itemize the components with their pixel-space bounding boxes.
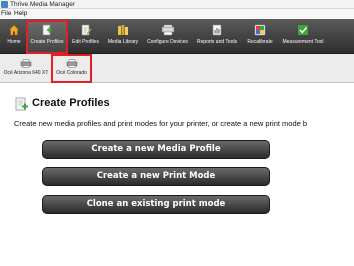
main-toolbar: Home Create Profiles Edit Profiles Media… <box>0 19 354 54</box>
create-profile-heading-icon <box>15 97 28 111</box>
create-profiles-icon <box>42 24 52 36</box>
printer-colorado[interactable]: Océ Colorado <box>51 54 92 83</box>
window-title: Thrive Media Manager <box>10 1 76 8</box>
menu-file[interactable]: File <box>1 9 11 19</box>
toolbar-home-button[interactable]: Home <box>4 21 24 53</box>
toolbar-edit-profiles-button[interactable]: Edit Profiles <box>70 21 101 53</box>
menu-bar: File Help <box>0 9 354 19</box>
menu-help[interactable]: Help <box>14 9 27 19</box>
app-icon <box>1 1 8 8</box>
media-library-icon <box>118 25 128 35</box>
page-description: Create new media profiles and print mode… <box>14 119 308 128</box>
printer-icon <box>66 59 77 68</box>
printer-arizona-640xt[interactable]: Océ Arizona 640 XT <box>3 55 49 82</box>
toolbar-create-profiles-button[interactable]: Create Profiles <box>26 20 68 54</box>
clone-print-mode-button[interactable]: Clone an existing print mode <box>42 195 270 214</box>
create-print-mode-button[interactable]: Create a new Print Mode <box>42 167 270 186</box>
toolbar-recalibrate-button[interactable]: Recalibrate <box>244 21 276 53</box>
printer-icon <box>20 59 32 68</box>
recalibrate-icon <box>254 24 266 36</box>
toolbar-configure-devices-button[interactable]: Configure Devices <box>145 21 190 53</box>
toolbar-media-library-button[interactable]: Media Library <box>106 21 140 53</box>
toolbar-measurement-tool-button[interactable]: Measurement Tool <box>279 21 327 53</box>
reports-icon <box>212 24 222 36</box>
page-title: Create Profiles <box>32 97 110 109</box>
printer-bar: Océ Arizona 640 XT Océ Colorado <box>0 54 354 83</box>
toolbar-reports-and-tools-button[interactable]: Reports and Tools <box>194 21 240 53</box>
configure-devices-icon <box>161 24 174 36</box>
home-icon <box>8 24 20 36</box>
measurement-tool-icon <box>298 25 308 35</box>
edit-profiles-icon <box>81 24 92 36</box>
title-bar: Thrive Media Manager <box>0 0 354 9</box>
create-media-profile-button[interactable]: Create a new Media Profile <box>42 140 270 159</box>
